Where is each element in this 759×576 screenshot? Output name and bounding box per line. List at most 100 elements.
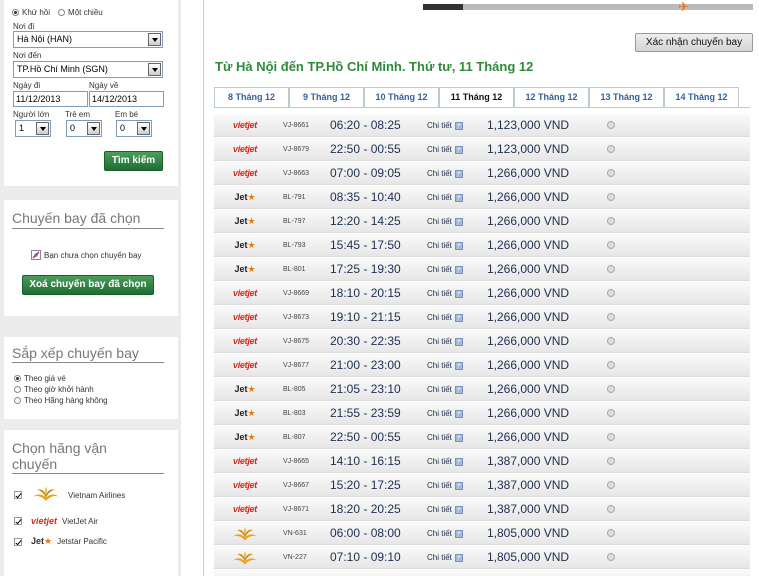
detail-link[interactable]: Chi tiết + (427, 378, 463, 401)
sort-by-airline[interactable]: Theo Hãng hàng không (14, 396, 108, 405)
flight-row[interactable]: vietjet VJ-8675 20:30 - 22:35 Chi tiết +1,26… (214, 330, 750, 353)
flight-row[interactable]: vietjet VJ-8677 21:00 - 23:00 Chi tiết +1,26… (214, 354, 750, 377)
search-button[interactable]: Tìm kiếm (104, 151, 163, 171)
child-select[interactable]: 0 (66, 120, 102, 137)
tab-date[interactable]: 12 Tháng 12 (514, 87, 589, 107)
detail-link[interactable]: Chi tiết + (427, 114, 463, 137)
adult-select[interactable]: 1 (15, 120, 51, 137)
expand-icon[interactable]: + (454, 529, 463, 538)
chevron-down-icon[interactable] (87, 122, 100, 135)
airline-filter-bl[interactable]: Jet★ Jetstar Pacific (14, 536, 107, 547)
tab-date[interactable]: 13 Tháng 12 (589, 87, 664, 107)
detail-link[interactable]: Chi tiết + (427, 306, 463, 329)
expand-icon[interactable]: + (454, 289, 463, 298)
expand-icon[interactable]: + (454, 457, 463, 466)
flight-row[interactable]: Jet★ BL-793 15:45 - 17:50 Chi tiết +1,266,00… (214, 234, 750, 257)
expand-icon[interactable]: + (454, 553, 463, 562)
chevron-down-icon[interactable] (148, 63, 161, 76)
expand-icon[interactable]: + (454, 121, 463, 130)
detail-link[interactable]: Chi tiết + (427, 234, 463, 257)
select-flight-radio[interactable] (607, 361, 615, 369)
tab-date[interactable]: 10 Tháng 12 (364, 87, 439, 107)
detail-link[interactable]: Chi tiết + (427, 162, 463, 185)
expand-icon[interactable]: + (454, 145, 463, 154)
expand-icon[interactable]: + (454, 409, 463, 418)
confirm-flight-button[interactable]: Xác nhận chuyến bay (635, 33, 753, 52)
detail-link[interactable]: Chi tiết + (427, 474, 463, 497)
flight-row[interactable]: VN-631 06:00 - 08:00 Chi tiết +1,805,000 VN… (214, 522, 750, 545)
to-select[interactable]: TP.Hồ Chí Minh (SGN) (13, 61, 163, 78)
clear-selection-button[interactable]: Xoá chuyến bay đã chọn (22, 275, 154, 295)
sort-by-departure[interactable]: Theo giờ khởi hành (14, 385, 94, 394)
oneway-radio[interactable] (58, 9, 66, 16)
flight-row[interactable]: vietjet VJ-8667 15:20 - 17:25 Chi tiết +1,38… (214, 474, 750, 497)
select-flight-radio[interactable] (607, 337, 615, 345)
select-flight-radio[interactable] (607, 409, 615, 417)
flight-row[interactable]: vietjet VJ-8665 14:10 - 16:15 Chi tiết +1,38… (214, 450, 750, 473)
flight-row[interactable]: vietjet VJ-8673 19:10 - 21:15 Chi tiết +1,26… (214, 306, 750, 329)
detail-link[interactable]: Chi tiết + (427, 402, 463, 425)
detail-link[interactable]: Chi tiết + (427, 522, 463, 545)
flight-row[interactable]: vietjet VJ-8671 18:20 - 20:25 Chi tiết +1,38… (214, 498, 750, 521)
select-flight-radio[interactable] (607, 241, 615, 249)
sort-by-price[interactable]: Theo giá vé (14, 374, 66, 383)
airline-filter-vj[interactable]: vietjet VietJet Air (14, 516, 98, 526)
airline-checkbox[interactable] (14, 491, 22, 499)
expand-icon[interactable]: + (454, 313, 463, 322)
tab-date[interactable]: 9 Tháng 12 (289, 87, 364, 107)
expand-icon[interactable]: + (454, 505, 463, 514)
tab-date[interactable]: 11 Tháng 12 (439, 87, 514, 107)
tab-date[interactable]: 14 Tháng 12 (664, 87, 739, 107)
flight-row[interactable]: vietjet VJ-8679 22:50 - 00:55 Chi tiết +1,12… (214, 138, 750, 161)
sort-airline-radio[interactable] (14, 397, 21, 404)
select-flight-radio[interactable] (607, 265, 615, 273)
return-date-input[interactable]: 14/12/2013 (89, 91, 164, 107)
detail-link[interactable]: Chi tiết + (427, 498, 463, 521)
expand-icon[interactable]: + (454, 217, 463, 226)
select-flight-radio[interactable] (607, 313, 615, 321)
detail-link[interactable]: Chi tiết + (427, 546, 463, 569)
select-flight-radio[interactable] (607, 217, 615, 225)
chevron-down-icon[interactable] (137, 122, 150, 135)
select-flight-radio[interactable] (607, 481, 615, 489)
detail-link[interactable]: Chi tiết + (427, 282, 463, 305)
detail-link[interactable]: Chi tiết + (427, 186, 463, 209)
detail-link[interactable]: Chi tiết + (427, 210, 463, 233)
airline-filter-vn[interactable]: Vietnam Airlines (14, 486, 125, 504)
flight-row[interactable]: Jet★ BL-801 17:25 - 19:30 Chi tiết +1,266,00… (214, 258, 750, 281)
detail-link[interactable]: Chi tiết + (427, 450, 463, 473)
airline-checkbox[interactable] (14, 537, 22, 546)
expand-icon[interactable]: + (454, 241, 463, 250)
sort-price-radio[interactable] (14, 375, 21, 382)
flight-row[interactable]: Jet★ BL-803 21:55 - 23:59 Chi tiết +1,266,00… (214, 402, 750, 425)
flight-row[interactable] (214, 570, 750, 576)
flight-row[interactable]: Jet★ BL-791 08:35 - 10:40 Chi tiết +1,266,00… (214, 186, 750, 209)
select-flight-radio[interactable] (607, 121, 615, 129)
select-flight-radio[interactable] (607, 457, 615, 465)
infant-select[interactable]: 0 (116, 120, 152, 137)
select-flight-radio[interactable] (607, 169, 615, 177)
chevron-down-icon[interactable] (36, 122, 49, 135)
expand-icon[interactable]: + (454, 481, 463, 490)
flight-row[interactable]: vietjet VJ-8663 07:00 - 09:05 Chi tiết +1,26… (214, 162, 750, 185)
expand-icon[interactable]: + (454, 433, 463, 442)
detail-link[interactable]: Chi tiết + (427, 258, 463, 281)
flight-row[interactable]: Jet★ BL-797 12:20 - 14:25 Chi tiết +1,266,00… (214, 210, 750, 233)
flight-row[interactable]: Jet★ BL-807 22:50 - 00:55 Chi tiết +1,266,00… (214, 426, 750, 449)
tab-date[interactable]: 8 Tháng 12 (214, 87, 289, 107)
select-flight-radio[interactable] (607, 289, 615, 297)
detail-link[interactable]: Chi tiết + (427, 354, 463, 377)
expand-icon[interactable]: + (454, 193, 463, 202)
detail-link[interactable]: Chi tiết + (427, 138, 463, 161)
flight-row[interactable]: vietjet VJ-8669 18:10 - 20:15 Chi tiết +1,26… (214, 282, 750, 305)
expand-icon[interactable]: + (454, 361, 463, 370)
select-flight-radio[interactable] (607, 505, 615, 513)
select-flight-radio[interactable] (607, 553, 615, 561)
expand-icon[interactable]: + (454, 385, 463, 394)
sort-departure-radio[interactable] (14, 386, 21, 393)
detail-link[interactable]: Chi tiết + (427, 330, 463, 353)
select-flight-radio[interactable] (607, 145, 615, 153)
select-flight-radio[interactable] (607, 529, 615, 537)
detail-link[interactable]: Chi tiết + (427, 426, 463, 449)
flight-row[interactable]: vietjet VJ-8661 06:20 - 08:25 Chi tiết +1,12… (214, 114, 750, 137)
